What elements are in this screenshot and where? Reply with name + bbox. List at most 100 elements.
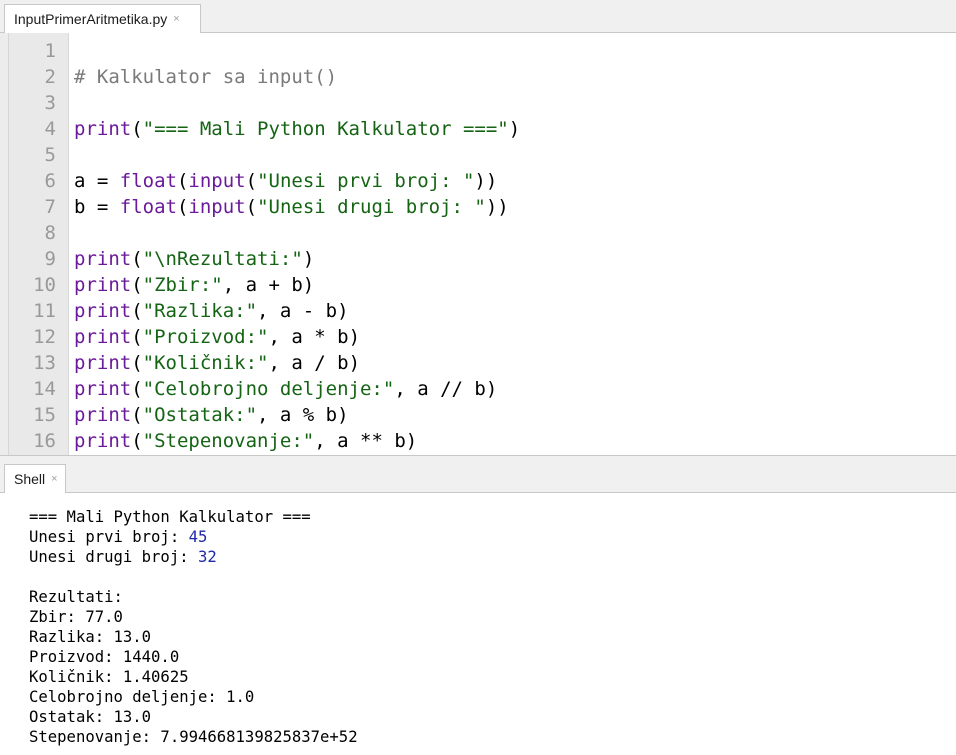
code-token-plain: a =	[74, 170, 120, 192]
line-number: 5	[44, 144, 56, 166]
code-token-plain: ))	[474, 170, 498, 192]
code-line[interactable]: 8	[9, 220, 56, 246]
close-icon[interactable]: ×	[173, 13, 179, 25]
shell-output-text: Celobrojno deljenje: 1.0	[29, 688, 255, 706]
code-line[interactable]: 2 # Kalkulator sa input()	[9, 64, 338, 90]
code-token-string: "Razlika:"	[142, 300, 258, 322]
line-number: 1	[44, 40, 56, 62]
shell-tab-bar: Shell ×	[0, 455, 956, 493]
code-token-builtin: print	[74, 300, 132, 322]
close-icon[interactable]: ×	[51, 473, 57, 485]
code-token-string: "Unesi drugi broj: "	[257, 196, 486, 218]
tab-shell[interactable]: Shell ×	[4, 464, 66, 493]
code-token-builtin: input	[188, 170, 246, 192]
code-token-plain: (	[131, 352, 143, 374]
code-text: print("Stepenovanje:", a ** b)	[74, 428, 417, 454]
line-number: 12	[33, 326, 56, 348]
code-text: print("Proizvod:", a * b)	[74, 324, 360, 350]
shell-output-text: Proizvod: 1440.0	[29, 648, 180, 666]
tab-input-primer-aritmetika[interactable]: InputPrimerAritmetika.py ×	[4, 4, 201, 33]
code-token-plain: (	[245, 196, 258, 218]
code-token-string: "Unesi prvi broj: "	[257, 170, 475, 192]
line-number: 10	[33, 274, 56, 296]
code-token-plain: , a * b)	[268, 326, 361, 348]
shell-line: Proizvod: 1440.0	[29, 647, 179, 667]
code-text: b = float(input("Unesi drugi broj: "))	[74, 194, 509, 220]
code-line[interactable]: 14 print("Celobrojno deljenje:", a // b)	[9, 376, 497, 402]
line-number: 4	[44, 118, 56, 140]
shell-line: === Mali Python Kalkulator ===	[29, 507, 311, 527]
code-text: print("Ostatak:", a % b)	[74, 402, 349, 428]
code-token-builtin: print	[74, 378, 132, 400]
line-number: 6	[44, 170, 56, 192]
code-token-builtin: print	[74, 404, 132, 426]
shell-line: Unesi drugi broj: 32	[29, 547, 217, 567]
code-line[interactable]: 11 print("Razlika:", a - b)	[9, 298, 348, 324]
shell-line: Celobrojno deljenje: 1.0	[29, 687, 254, 707]
code-text: print("\nRezultati:")	[74, 246, 314, 272]
code-line[interactable]: 9 print("\nRezultati:")	[9, 246, 315, 272]
shell-output-text: Unesi drugi broj:	[29, 548, 198, 566]
code-token-comment: # Kalkulator sa input()	[74, 66, 338, 88]
code-token-plain: )	[508, 118, 521, 140]
code-token-plain: , a // b)	[394, 378, 498, 400]
shell-output-text: Količnik: 1.40625	[29, 668, 189, 686]
code-token-builtin: print	[74, 118, 132, 140]
shell-output-text: Rezultati:	[29, 588, 123, 606]
code-line[interactable]: 13 print("Količnik:", a / b)	[9, 350, 360, 376]
shell-output-text: === Mali Python Kalkulator ===	[29, 508, 311, 526]
code-token-plain: (	[176, 196, 189, 218]
code-token-builtin: float	[119, 170, 177, 192]
line-number: 16	[33, 430, 56, 452]
shell-user-input: 45	[188, 528, 208, 546]
shell-output-text: Unesi prvi broj:	[29, 528, 189, 546]
code-token-builtin: print	[74, 430, 132, 452]
line-number: 15	[33, 404, 56, 426]
line-number: 13	[33, 352, 56, 374]
code-line[interactable]: 3	[9, 90, 56, 116]
code-token-plain: (	[131, 118, 143, 140]
code-line[interactable]: 7 b = float(input("Unesi drugi broj: "))	[9, 194, 509, 220]
shell-console[interactable]: === Mali Python Kalkulator === Unesi prvi…	[0, 493, 956, 755]
line-number: 9	[44, 248, 56, 270]
code-token-plain: )	[302, 248, 315, 270]
shell-output-text: Stepenovanje: 7.994668139825837e+52	[29, 728, 358, 746]
shell-line: Unesi prvi broj: 45	[29, 527, 207, 547]
code-editor[interactable]: 1 2 # Kalkulator sa input() 3 4 print("=== Ma…	[0, 33, 956, 455]
code-token-builtin: print	[74, 352, 132, 374]
line-number: 7	[44, 196, 56, 218]
code-token-string: "Celobrojno deljenje:"	[142, 378, 395, 400]
code-token-builtin: print	[74, 248, 132, 270]
shell-output-text: Ostatak: 13.0	[29, 708, 152, 726]
shell-line: Stepenovanje: 7.994668139825837e+52	[29, 727, 358, 747]
code-line[interactable]: 6a = float(input("Unesi prvi broj: "))	[9, 168, 498, 194]
code-line[interactable]: 1	[9, 38, 56, 64]
shell-user-input: 32	[198, 548, 217, 566]
code-token-plain: (	[131, 430, 143, 452]
code-text: # Kalkulator sa input()	[74, 64, 337, 90]
code-line[interactable]: 10 print("Zbir:", a + b)	[9, 272, 314, 298]
code-line[interactable]: 5	[9, 142, 56, 168]
shell-line: Razlika: 13.0	[29, 627, 151, 647]
code-token-builtin: float	[119, 196, 177, 218]
shell-output-text: Razlika: 13.0	[29, 628, 152, 646]
code-line[interactable]: 15 print("Ostatak:", a % b)	[9, 402, 348, 428]
code-token-string: "Zbir:"	[142, 274, 223, 296]
code-token-plain: , a + b)	[222, 274, 315, 296]
shell-tab-label: Shell	[14, 471, 46, 487]
code-token-string: "=== Mali Python Kalkulator ==="	[142, 118, 509, 140]
code-text: print("=== Mali Python Kalkulator ===")	[74, 116, 520, 142]
shell-line: Količnik: 1.40625	[29, 667, 189, 687]
code-line[interactable]: 12 print("Proizvod:", a * b)	[9, 324, 360, 350]
code-token-plain: , a - b)	[257, 300, 349, 322]
code-token-string: "Količnik:"	[142, 352, 269, 374]
code-token-plain: (	[131, 378, 143, 400]
code-token-string: "\nRezultati:"	[142, 248, 303, 270]
shell-line: Ostatak: 13.0	[29, 707, 151, 727]
code-text: print("Zbir:", a + b)	[74, 272, 314, 298]
code-token-plain: , a % b)	[257, 404, 349, 426]
code-line[interactable]: 4 print("=== Mali Python Kalkulator ===")	[9, 116, 521, 142]
code-token-plain: ))	[485, 196, 509, 218]
code-token-string: "Stepenovanje:"	[142, 430, 315, 452]
code-line[interactable]: 16 print("Stepenovanje:", a ** b)	[9, 428, 417, 454]
